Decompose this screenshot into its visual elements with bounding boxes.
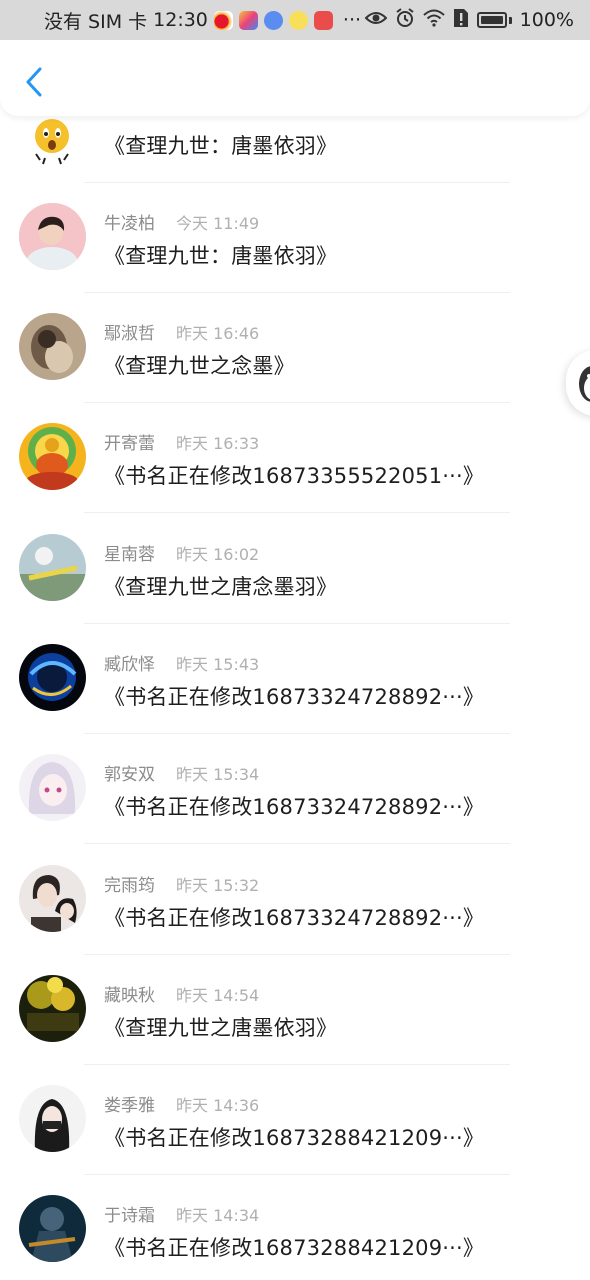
- message-time: 昨天 14:34: [176, 1206, 260, 1225]
- sender-name: 开寄蕾: [104, 434, 155, 454]
- list-item[interactable]: 开寄蕾 昨天 16:33 《书名正在修改16873355522051···》: [0, 420, 590, 530]
- list-item[interactable]: 完雨筠 昨天 15:32 《书名正在修改16873324728892···》: [0, 862, 590, 972]
- divider: [84, 623, 510, 624]
- message-text: 《查理九世之唐墨依羽》: [104, 1016, 338, 1040]
- list-item[interactable]: 娄季雅 昨天 14:36 《书名正在修改16873288421209···》: [0, 1082, 590, 1192]
- list-item[interactable]: 星南蓉 昨天 16:02 《查理九世之唐念墨羽》: [0, 531, 590, 641]
- divider: [84, 733, 510, 734]
- list-item[interactable]: 藏映秋 昨天 14:54 《查理九世之唐墨依羽》: [0, 972, 590, 1082]
- message-time: 昨天 16:02: [176, 545, 260, 564]
- divider: [84, 182, 510, 183]
- avatar[interactable]: [19, 108, 86, 175]
- avatar[interactable]: [19, 1085, 86, 1152]
- avatar[interactable]: [19, 313, 86, 380]
- message-list: 《查理九世：唐墨依羽》 牛凌柏 今天 11:49 《查理九世：唐墨依羽》 鄢淑哲…: [0, 0, 590, 1280]
- message-text: 《查理九世：唐墨依羽》: [104, 244, 338, 268]
- avatar[interactable]: [19, 865, 86, 932]
- penguin-icon: [579, 366, 590, 402]
- sender-name: 娄季雅: [104, 1096, 155, 1116]
- list-item[interactable]: 郭安双 昨天 15:34 《书名正在修改16873324728892···》: [0, 751, 590, 861]
- sender-name: 完雨筠: [104, 876, 155, 896]
- message-text: 《书名正在修改16873288421209···》: [104, 1126, 485, 1150]
- divider: [84, 954, 510, 955]
- list-item[interactable]: 牛凌柏 今天 11:49 《查理九世：唐墨依羽》: [0, 200, 590, 310]
- avatar[interactable]: [19, 203, 86, 270]
- floating-assistant-tab[interactable]: [566, 350, 590, 416]
- message-time: 昨天 16:46: [176, 324, 260, 343]
- divider: [84, 843, 510, 844]
- message-time: 昨天 14:54: [176, 986, 260, 1005]
- avatar[interactable]: [19, 1195, 86, 1262]
- divider: [84, 1174, 510, 1175]
- message-text: 《查理九世之唐念墨羽》: [104, 575, 338, 599]
- avatar[interactable]: [19, 644, 86, 711]
- list-item[interactable]: 鄢淑哲 昨天 16:46 《查理九世之念墨》: [0, 310, 590, 420]
- divider: [84, 292, 510, 293]
- message-text: 《书名正在修改16873288421209···》: [104, 1236, 485, 1260]
- message-text: 《书名正在修改16873355522051···》: [104, 464, 485, 488]
- sender-name: 牛凌柏: [104, 214, 155, 234]
- sender-name: 于诗霜: [104, 1206, 155, 1226]
- sender-name: 星南蓉: [104, 545, 155, 565]
- message-text: 《书名正在修改16873324728892···》: [104, 685, 485, 709]
- message-text: 《查理九世之念墨》: [104, 354, 295, 378]
- message-text: 《书名正在修改16873324728892···》: [104, 795, 485, 819]
- avatar[interactable]: [19, 423, 86, 490]
- message-time: 昨天 15:32: [176, 876, 260, 895]
- divider: [84, 402, 510, 403]
- message-time: 昨天 15:43: [176, 655, 260, 674]
- message-text: 《书名正在修改16873324728892···》: [104, 906, 485, 930]
- avatar[interactable]: [19, 754, 86, 821]
- divider: [84, 1064, 510, 1065]
- sender-name: 鄢淑哲: [104, 324, 155, 344]
- divider: [84, 512, 510, 513]
- sender-name: 藏映秋: [104, 986, 155, 1006]
- message-text: 《查理九世：唐墨依羽》: [104, 134, 338, 158]
- sender-name: 郭安双: [104, 765, 155, 785]
- avatar[interactable]: [19, 975, 86, 1042]
- list-item[interactable]: 于诗霜 昨天 14:34 《书名正在修改16873288421209···》: [0, 1192, 590, 1280]
- back-button[interactable]: [16, 60, 52, 104]
- top-nav-bar: [0, 40, 590, 116]
- message-time: 今天 11:49: [176, 214, 260, 233]
- avatar[interactable]: [19, 534, 86, 601]
- message-time: 昨天 15:34: [176, 765, 260, 784]
- chevron-left-icon: [26, 67, 42, 97]
- message-time: 昨天 14:36: [176, 1096, 260, 1115]
- sender-name: 臧欣怿: [104, 655, 155, 675]
- list-item[interactable]: 臧欣怿 昨天 15:43 《书名正在修改16873324728892···》: [0, 641, 590, 751]
- message-time: 昨天 16:33: [176, 434, 260, 453]
